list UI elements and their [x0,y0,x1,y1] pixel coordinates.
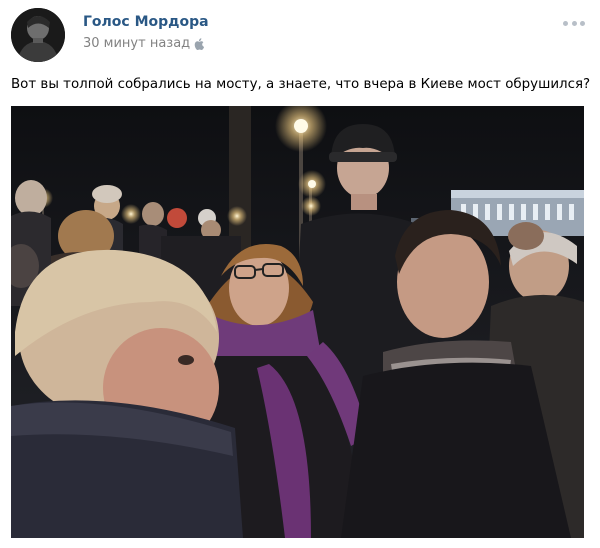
post-header: Голос Мордора 30 минут назад [0,0,600,66]
apple-icon [194,37,205,50]
avatar[interactable] [11,8,65,62]
author-name[interactable]: Голос Мордора [83,14,209,30]
post-text: Вот вы толпой собрались на мосту, а знае… [11,77,591,92]
more-icon[interactable] [563,17,585,29]
crowd-photo[interactable] [11,106,584,538]
post-time[interactable]: 30 минут назад [83,36,190,51]
post-meta: 30 минут назад [83,36,205,51]
vk-post: Голос Мордора 30 минут назад Вот вы толп… [0,0,600,548]
